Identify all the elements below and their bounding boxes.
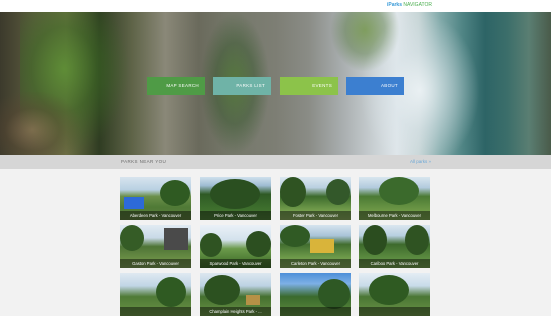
tree-shape (156, 277, 186, 307)
about-label: ABOUT (380, 83, 398, 88)
park-card[interactable]: Melbourne Park - Vancouver (359, 177, 430, 220)
brand-logo[interactable]: iParks NAVIGATOR (387, 2, 432, 9)
section-header: PARKS NEAR YOU All parks » (0, 155, 551, 169)
park-card[interactable]: Price Park - Vancouver (200, 177, 271, 220)
tree-shape (210, 179, 260, 209)
about-button[interactable]: ABOUT (346, 77, 404, 95)
brand-part2: NAVIGATOR (403, 2, 432, 8)
tree-shape (405, 225, 429, 255)
tree-shape (200, 233, 222, 257)
all-parks-link[interactable]: All parks » (410, 159, 431, 164)
tree-shape (280, 177, 306, 207)
hero-banner: MAP SEARCH PARKS LIST EVENTS ABOUT (0, 12, 551, 155)
tree-shape (369, 275, 409, 305)
parks-list-button[interactable]: PARKS LIST (213, 77, 271, 95)
tree-shape (204, 275, 240, 305)
park-card[interactable]: Cariboo Park - Vancouver (359, 225, 430, 268)
tree-shape (120, 225, 144, 251)
tree-shape (363, 225, 387, 255)
park-name: Carleton Park - Vancouver (280, 259, 351, 268)
park-card[interactable]: Sparwood Park - Vancouver (200, 225, 271, 268)
park-card[interactable]: Aberdeen Park - Vancouver (120, 177, 191, 220)
tree-shape (280, 225, 310, 247)
park-name: Price Park - Vancouver (200, 211, 271, 220)
park-name: Gaston Park - Vancouver (120, 259, 191, 268)
map-search-button[interactable]: MAP SEARCH (147, 77, 205, 95)
parks-list-label: PARKS LIST (236, 83, 265, 88)
tree-shape (246, 231, 271, 257)
park-name: Melbourne Park - Vancouver (359, 211, 430, 220)
park-name: Foster Park - Vancouver (280, 211, 351, 220)
park-name: Sparwood Park - Vancouver (200, 259, 271, 268)
tree-shape (318, 279, 350, 309)
events-button[interactable]: EVENTS (280, 77, 338, 95)
tree-shape (160, 180, 190, 206)
map-search-label: MAP SEARCH (166, 83, 199, 88)
park-name: Cariboo Park - Vancouver (359, 259, 430, 268)
park-card[interactable]: Carleton Park - Vancouver (280, 225, 351, 268)
playground-shape (124, 197, 144, 209)
structure-shape (164, 228, 188, 250)
tree-shape (379, 177, 419, 205)
park-card[interactable]: Foster Park - Vancouver (280, 177, 351, 220)
park-name (120, 307, 191, 316)
park-name: Champlain Heights Park - ... (200, 307, 271, 316)
gazebo-shape (246, 295, 260, 305)
park-name (280, 307, 351, 316)
top-bar: iParks NAVIGATOR (0, 0, 551, 12)
hero-rock (0, 92, 80, 155)
brand-part1: iParks (386, 2, 402, 8)
tree-shape (326, 179, 350, 205)
events-label: EVENTS (312, 83, 332, 88)
section-title: PARKS NEAR YOU (121, 159, 167, 164)
playground-shape (310, 239, 334, 253)
park-card[interactable]: Gaston Park - Vancouver (120, 225, 191, 268)
park-name: Aberdeen Park - Vancouver (120, 211, 191, 220)
park-name (359, 307, 430, 316)
